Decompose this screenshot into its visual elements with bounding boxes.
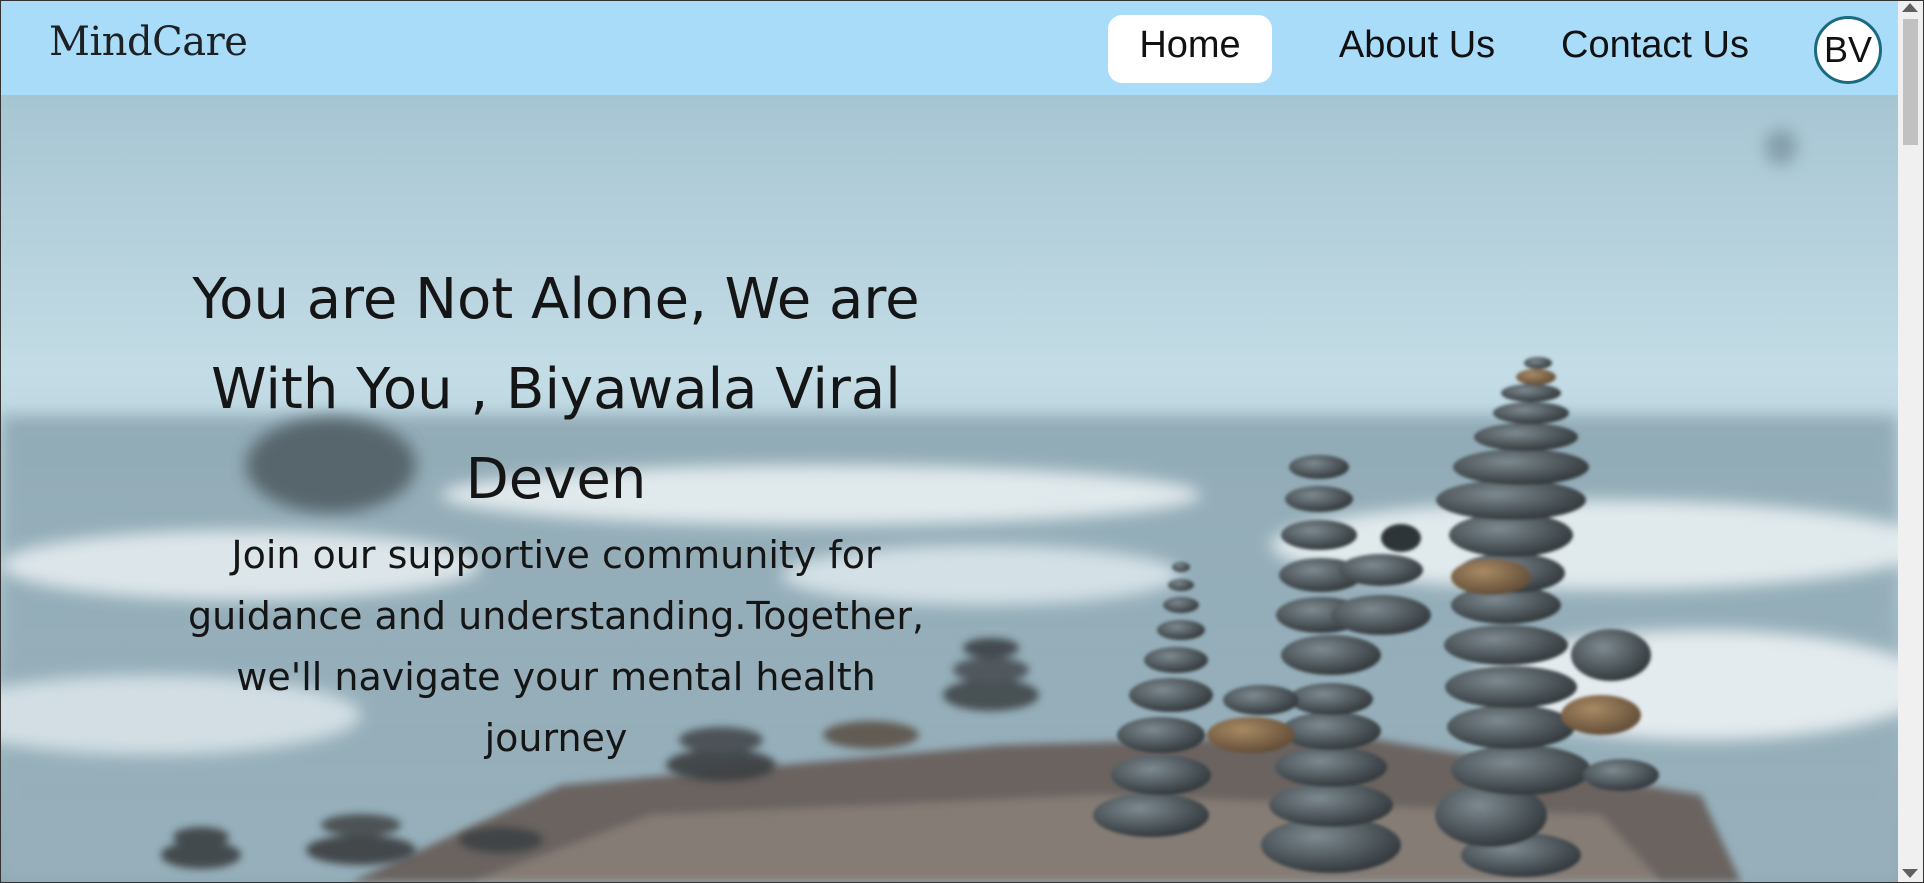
nav-home-link[interactable]: Home: [1108, 15, 1272, 83]
user-avatar[interactable]: BV: [1814, 16, 1882, 84]
scroll-thumb[interactable]: [1903, 19, 1918, 145]
hero-headline: You are Not Alone, We are With You , Biy…: [192, 267, 920, 512]
nav-contact-link[interactable]: Contact Us: [1552, 15, 1758, 83]
scroll-down-arrow-icon[interactable]: [1902, 869, 1918, 878]
scroll-up-arrow-icon[interactable]: [1902, 3, 1918, 12]
hero-subtext: Join our supportive community for guidan…: [187, 533, 925, 760]
hero-section: You are Not Alone, We are With You , Biy…: [1, 95, 1898, 882]
hero-text-block: You are Not Alone, We are With You , Biy…: [131, 255, 981, 769]
top-navbar: MindCare Home About Us Contact Us BV: [1, 1, 1898, 95]
brand-logo[interactable]: MindCare: [49, 19, 248, 65]
nav-about-link[interactable]: About Us: [1327, 15, 1507, 83]
browser-viewport: MindCare Home About Us Contact Us BV You…: [0, 0, 1924, 883]
vertical-scrollbar[interactable]: [1898, 1, 1923, 882]
